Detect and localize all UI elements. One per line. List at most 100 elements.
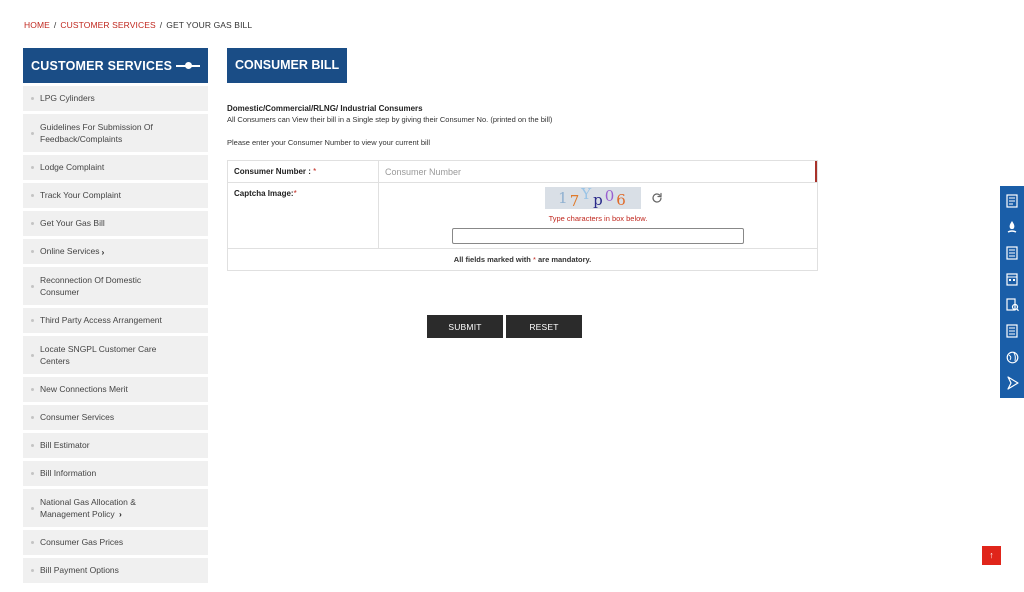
- captcha-char: 0: [604, 187, 617, 205]
- sidebar-header: CUSTOMER SERVICES: [23, 48, 208, 83]
- sidebar-item-label: National Gas Allocation & Management Pol…: [40, 496, 165, 521]
- gas-flame-icon[interactable]: [1005, 220, 1019, 234]
- scroll-to-top-button[interactable]: ↑: [982, 546, 1001, 565]
- sidebar: CUSTOMER SERVICES LPG Cylinders Guidelin…: [23, 48, 208, 586]
- consumer-description: All Consumers can View their bill in a S…: [227, 115, 553, 124]
- captcha-char: p: [593, 191, 605, 209]
- captcha-image-row: 17Yp06: [391, 185, 817, 210]
- bullet-icon: [31, 416, 34, 419]
- list-icon[interactable]: [1005, 324, 1019, 338]
- mandatory-note: All fields marked with * are mandatory.: [227, 248, 818, 271]
- sidebar-item-track-complaint[interactable]: Track Your Complaint: [23, 183, 208, 208]
- captcha-char: 6: [616, 191, 628, 209]
- sidebar-item-label: Bill Estimator: [40, 440, 90, 451]
- consumer-number-label-cell: Consumer Number : *: [227, 160, 379, 183]
- captcha-char: Y: [581, 185, 594, 203]
- sidebar-item-reconnection[interactable]: Reconnection Of Domestic Consumer: [23, 267, 208, 305]
- sidebar-item-consumer-services[interactable]: Consumer Services: [23, 405, 208, 430]
- bill-form: Consumer Number : * Captcha Image:* 17Yp…: [227, 160, 818, 271]
- sidebar-item-label: Guidelines For Submission Of Feedback/Co…: [40, 121, 153, 145]
- main-content: CONSUMER BILL Domestic/Commercial/RLNG/ …: [227, 48, 819, 271]
- sidebar-item-third-party-access[interactable]: Third Party Access Arrangement: [23, 308, 208, 333]
- bullet-icon: [31, 97, 34, 100]
- breadcrumb-home[interactable]: HOME: [24, 20, 50, 30]
- breadcrumb-separator: /: [159, 20, 163, 30]
- sidebar-item-label: Bill Payment Options: [40, 565, 119, 576]
- sidebar-item-guidelines[interactable]: Guidelines For Submission Of Feedback/Co…: [23, 114, 208, 152]
- chevron-right-icon: ›: [101, 246, 105, 257]
- mandatory-note-prefix: All fields marked with: [453, 255, 531, 264]
- mandatory-note-row: All fields marked with * are mandatory.: [227, 248, 818, 271]
- bullet-icon: [31, 131, 34, 135]
- mandatory-note-suffix: are mandatory.: [538, 255, 592, 264]
- bullet-icon: [31, 353, 34, 357]
- globe-icon[interactable]: [1005, 350, 1019, 364]
- bullet-icon: [31, 472, 34, 475]
- sidebar-item-locate-centers[interactable]: Locate SNGPL Customer Care Centers: [23, 336, 208, 374]
- sidebar-item-bill-payment-options[interactable]: Bill Payment Options: [23, 558, 208, 583]
- captcha-hint: Type characters in box below.: [548, 214, 648, 223]
- sidebar-item-label: Lodge Complaint: [40, 162, 105, 173]
- captcha-image: 17Yp06: [545, 185, 641, 210]
- sidebar-item-gas-allocation-policy[interactable]: National Gas Allocation & Management Pol…: [23, 489, 208, 527]
- sidebar-item-label: Bill Information: [40, 468, 97, 479]
- consumer-number-label: Consumer Number :: [234, 167, 311, 176]
- captcha-char: 7: [569, 192, 582, 210]
- submit-button[interactable]: SUBMIT: [427, 315, 503, 338]
- required-mark: *: [293, 189, 297, 198]
- play-icon[interactable]: [1005, 376, 1019, 390]
- search-document-icon[interactable]: [1005, 298, 1019, 312]
- bullet-icon: [31, 166, 34, 169]
- sidebar-item-new-connections-merit[interactable]: New Connections Merit: [23, 377, 208, 402]
- sidebar-item-lpg-cylinders[interactable]: LPG Cylinders: [23, 86, 208, 111]
- sidebar-item-label: LPG Cylinders: [40, 93, 95, 104]
- sidebar-item-label: Reconnection Of Domestic Consumer: [40, 274, 142, 298]
- sidebar-item-label: Track Your Complaint: [40, 190, 121, 201]
- sidebar-item-consumer-gas-prices[interactable]: Consumer Gas Prices: [23, 530, 208, 555]
- captcha-cell: 17Yp06 Type characters in box below.: [378, 182, 818, 249]
- captcha-input[interactable]: [452, 228, 744, 244]
- sidebar-item-bill-estimator[interactable]: Bill Estimator: [23, 433, 208, 458]
- consumer-number-input[interactable]: [379, 161, 817, 182]
- sidebar-item-label: Online Services: [40, 246, 100, 257]
- bullet-icon: [31, 569, 34, 572]
- consumer-types-heading: Domestic/Commercial/RLNG/ Industrial Con…: [227, 104, 423, 113]
- sidebar-item-online-services[interactable]: Online Services ›: [23, 239, 208, 264]
- sidebar-item-bill-information[interactable]: Bill Information: [23, 461, 208, 486]
- calendar-icon[interactable]: [1005, 272, 1019, 286]
- captcha-label-cell: Captcha Image:*: [227, 182, 379, 249]
- bill-icon[interactable]: [1005, 194, 1019, 208]
- sidebar-item-label: Consumer Services: [40, 412, 115, 423]
- bullet-icon: [31, 506, 34, 510]
- captcha-row: Captcha Image:* 17Yp06 Type characters i…: [227, 182, 818, 249]
- bullet-icon: [31, 284, 34, 288]
- chevron-right-icon: ›: [119, 509, 122, 519]
- slider-toggle-icon[interactable]: [176, 61, 200, 71]
- captcha-label: Captcha Image:: [234, 189, 294, 198]
- bullet-icon: [31, 319, 34, 322]
- sidebar-item-label: Third Party Access Arrangement: [40, 315, 162, 326]
- document-icon[interactable]: [1005, 246, 1019, 260]
- breadcrumb-customer-services[interactable]: CUSTOMER SERVICES: [60, 20, 155, 30]
- sidebar-item-get-gas-bill[interactable]: Get Your Gas Bill: [23, 211, 208, 236]
- bullet-icon: [31, 194, 34, 197]
- sidebar-menu: LPG Cylinders Guidelines For Submission …: [23, 86, 208, 583]
- refresh-icon[interactable]: [651, 192, 663, 204]
- captcha-char: 1: [558, 189, 570, 207]
- sidebar-item-lodge-complaint[interactable]: Lodge Complaint: [23, 155, 208, 180]
- consumer-number-row: Consumer Number : *: [227, 160, 818, 183]
- bullet-icon: [31, 388, 34, 391]
- bullet-icon: [31, 222, 34, 225]
- bullet-icon: [31, 250, 34, 253]
- breadcrumb: HOME / CUSTOMER SERVICES / GET YOUR GAS BILL: [24, 20, 252, 30]
- breadcrumb-current: GET YOUR GAS BILL: [166, 20, 253, 30]
- sidebar-item-label: Locate SNGPL Customer Care Centers: [40, 343, 157, 367]
- required-mark: *: [313, 167, 317, 176]
- form-buttons: SUBMIT RESET: [427, 315, 582, 338]
- consumer-number-input-cell: [378, 160, 818, 183]
- sidebar-item-label: Consumer Gas Prices: [40, 537, 124, 548]
- breadcrumb-separator: /: [53, 20, 57, 30]
- reset-button[interactable]: RESET: [506, 315, 582, 338]
- right-quick-links: [1000, 186, 1024, 398]
- sidebar-item-label: New Connections Merit: [40, 384, 128, 395]
